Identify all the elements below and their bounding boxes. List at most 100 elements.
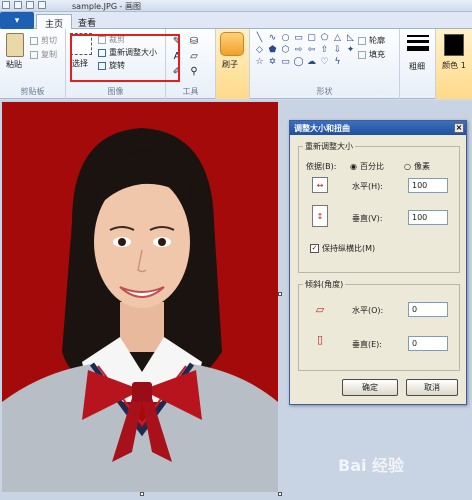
skew-horizontal-label: 水平(O): (352, 306, 384, 315)
lightning-shape-icon[interactable]: ϟ (332, 57, 343, 67)
ribbon-tabs: ▾ 主页 查看 (0, 12, 472, 30)
callout-rect-shape-icon[interactable]: ▭ (280, 57, 291, 67)
image-group-label: 图像 (107, 87, 124, 96)
right-triangle-shape-icon[interactable]: ◺ (345, 33, 356, 43)
save-icon[interactable] (14, 1, 22, 9)
horizontal-skew-icon: ▱ (315, 302, 325, 316)
title-bar: sample.JPG - 画图 (0, 0, 472, 12)
fill-dropdown[interactable]: 填充 (358, 49, 385, 60)
outline-dropdown[interactable]: 轮廓 (358, 35, 385, 46)
fill-label: 填充 (369, 50, 385, 59)
clipboard-group: 粘贴 剪切 复制 剪贴板 (0, 29, 66, 99)
callout-cloud-shape-icon[interactable]: ☁ (306, 57, 317, 67)
quick-access-toolbar (2, 1, 46, 9)
resize-group-label: 重新调整大小 (305, 142, 353, 151)
size-group[interactable]: 粗细 (400, 29, 436, 99)
canvas-resize-handle-corner[interactable] (278, 492, 282, 496)
shapes-group-label: 形状 (316, 87, 333, 96)
file-menu-icon: ▾ (14, 15, 20, 26)
star4-shape-icon[interactable]: ✦ (345, 45, 356, 55)
line-width-icon (407, 35, 429, 51)
percent-radio[interactable]: ◉ 百分比 (350, 161, 384, 172)
dialog-title: 调整大小和扭曲 (294, 124, 350, 133)
paste-button[interactable]: 粘贴 (6, 59, 22, 70)
canvas-area[interactable]: 调整大小和扭曲 × 重新调整大小 依据(B): ◉ 百分比 ○ 像素 ↔ 水平(H)… (0, 100, 472, 500)
canvas-resize-handle-bottom[interactable] (140, 492, 144, 496)
callout-oval-shape-icon[interactable]: ◯ (293, 57, 304, 67)
shapes-group: ╲ ∿ ○ ▭ ▢ ⬠ △ ◺ ◇ ⬟ ⬡ ⇨ ⇦ ⇧ ⇩ ✦ ☆ ✡ ▭ ◯ … (250, 29, 400, 99)
down-arrow-shape-icon[interactable]: ⇩ (332, 45, 343, 55)
brushes-group[interactable]: 刷子 (216, 29, 250, 99)
paste-icon[interactable] (6, 33, 24, 57)
resize-skew-dialog: 调整大小和扭曲 × 重新调整大小 依据(B): ◉ 百分比 ○ 像素 ↔ 水平(H)… (289, 120, 467, 405)
heart-shape-icon[interactable]: ♡ (319, 57, 330, 67)
diamond-shape-icon[interactable]: ◇ (254, 45, 265, 55)
checkbox-checked-icon: ✓ (310, 244, 319, 253)
line-shape-icon[interactable]: ╲ (254, 33, 265, 43)
up-arrow-shape-icon[interactable]: ⇧ (319, 45, 330, 55)
watermark: Bai 经验 (338, 456, 405, 475)
eraser-icon[interactable]: ▱ (187, 50, 201, 62)
tab-home[interactable]: 主页 (36, 14, 73, 30)
radio-empty-icon: ○ (404, 162, 411, 171)
cut-button[interactable]: 剪切 (30, 35, 57, 46)
skew-horizontal-input[interactable]: 0 (408, 302, 448, 317)
pixels-label: 像素 (413, 162, 430, 171)
horizontal-resize-icon: ↔ (312, 177, 328, 193)
tab-view[interactable]: 查看 (70, 14, 104, 29)
cancel-button[interactable]: 取消 (406, 379, 458, 396)
photo-canvas[interactable] (2, 102, 278, 492)
scissors-icon (30, 36, 38, 45)
hexagon-shape-icon[interactable]: ⬡ (280, 45, 291, 55)
skew-fieldset: 倾斜(角度) (298, 279, 460, 371)
curve-shape-icon[interactable]: ∿ (267, 33, 278, 43)
rectangle-shape-icon[interactable]: ▭ (293, 33, 304, 43)
undo-icon[interactable] (26, 1, 34, 9)
window-title: sample.JPG - 画图 (72, 2, 141, 11)
fill-icon (358, 50, 366, 59)
redo-icon[interactable] (38, 1, 46, 9)
skew-group-label: 倾斜(角度) (305, 280, 344, 289)
size-label: 粗细 (409, 62, 425, 71)
by-label: 依据(B): (306, 162, 337, 171)
star6-shape-icon[interactable]: ✡ (267, 57, 278, 67)
outline-label: 轮廓 (369, 36, 385, 45)
copy-button[interactable]: 复制 (30, 49, 57, 60)
right-arrow-shape-icon[interactable]: ⇨ (293, 45, 304, 55)
file-menu-button[interactable]: ▾ (0, 12, 34, 29)
color1-label: 颜色 1 (442, 61, 466, 70)
skew-vertical-input[interactable]: 0 (408, 336, 448, 351)
tools-group-label: 工具 (182, 87, 199, 96)
pentagon-shape-icon[interactable]: ⬟ (267, 45, 278, 55)
vertical-label: 垂直(V): (352, 214, 383, 223)
close-icon[interactable]: × (454, 123, 464, 133)
rounded-rect-shape-icon[interactable]: ▢ (306, 33, 317, 43)
color1-swatch (444, 34, 464, 56)
skew-vertical-label: 垂直(E): (352, 340, 382, 349)
percent-label: 百分比 (359, 162, 384, 171)
portrait-image (2, 102, 278, 492)
magnifier-icon[interactable]: ⚲ (187, 65, 201, 77)
keep-ratio-checkbox[interactable]: ✓ 保持纵横比(M) (310, 243, 375, 254)
keep-ratio-label: 保持纵横比(M) (322, 244, 376, 253)
clipboard-group-label: 剪贴板 (20, 87, 45, 96)
polygon-shape-icon[interactable]: ⬠ (319, 33, 330, 43)
brushes-label: 刷子 (222, 60, 238, 69)
triangle-shape-icon[interactable]: △ (332, 33, 343, 43)
color1-group[interactable]: 颜色 1 (436, 29, 472, 99)
copy-label: 复制 (41, 50, 57, 59)
oval-shape-icon[interactable]: ○ (280, 33, 291, 43)
fill-bucket-icon[interactable]: ⛁ (187, 35, 201, 47)
highlight-box (70, 34, 180, 82)
vertical-resize-icon: ↕ (312, 205, 328, 227)
left-arrow-shape-icon[interactable]: ⇦ (306, 45, 317, 55)
horizontal-label: 水平(H): (352, 182, 383, 191)
star5-shape-icon[interactable]: ☆ (254, 57, 265, 67)
app-icon[interactable] (2, 1, 10, 9)
pixels-radio[interactable]: ○ 像素 (404, 161, 430, 172)
vertical-input[interactable]: 100 (408, 210, 448, 225)
horizontal-input[interactable]: 100 (408, 178, 448, 193)
ok-button[interactable]: 确定 (342, 379, 398, 396)
canvas-resize-handle-right[interactable] (278, 292, 282, 296)
brush-icon (220, 32, 244, 56)
